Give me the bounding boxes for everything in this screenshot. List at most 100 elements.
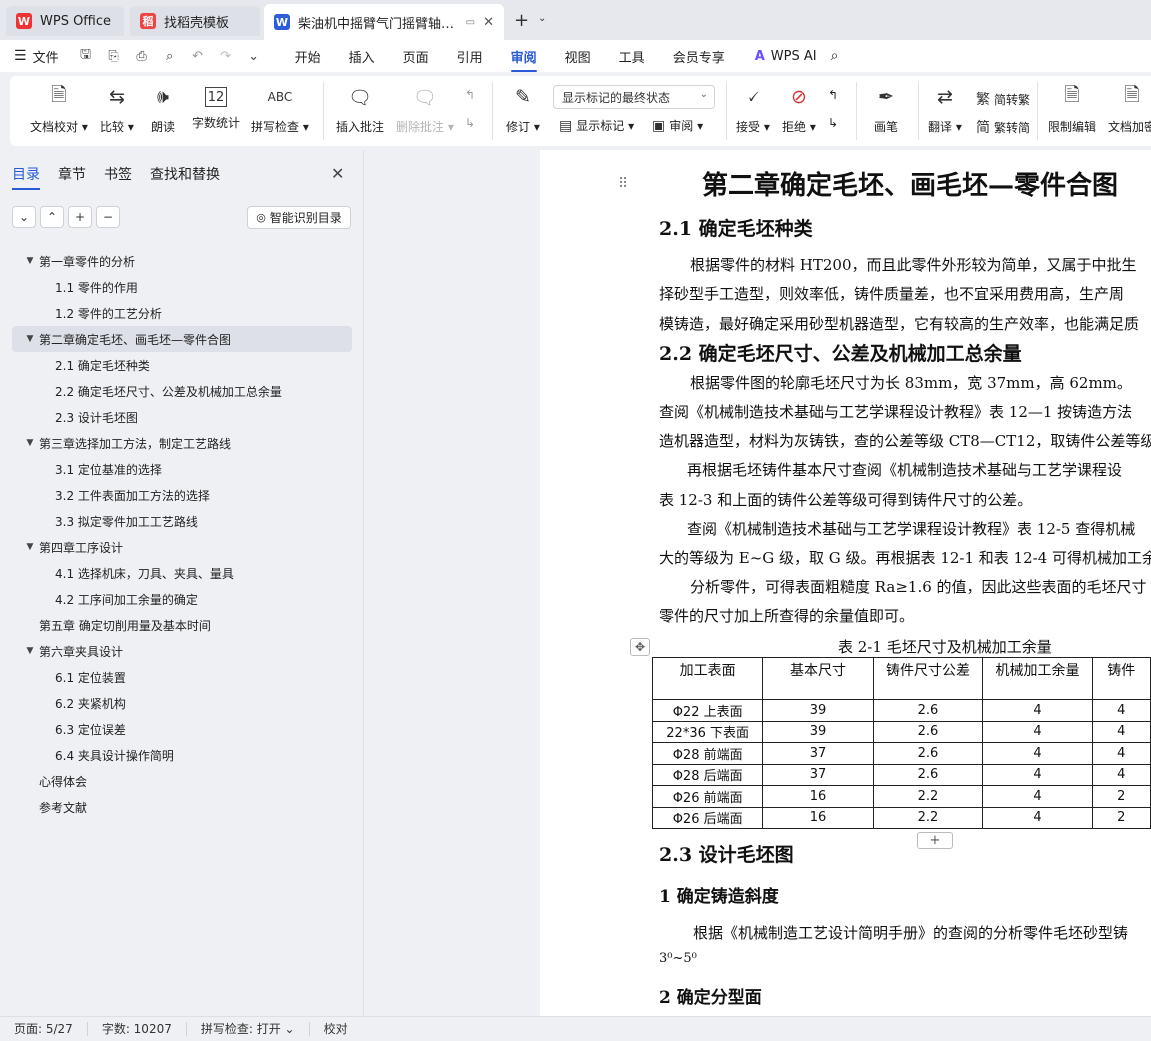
toc-section-item[interactable]: 2.3 设计毛坯图 <box>12 404 352 430</box>
drag-handle-icon[interactable]: ⠿ <box>618 176 628 192</box>
show-markup-icon: ▤ <box>559 117 573 134</box>
pen-label: 画笔 <box>874 120 899 134</box>
toc-chapter-item[interactable]: 参考文献 <box>12 794 352 820</box>
menu-tab-insert[interactable]: 插入 <box>349 41 375 72</box>
pen-button[interactable]: ✒ 画笔 <box>874 84 898 135</box>
toc-chapter-item[interactable]: 第五章 确定切削用量及基本时间 <box>12 612 352 638</box>
tab-list-chevron-icon[interactable]: ⌄ <box>538 13 546 24</box>
toc-chapter-item[interactable]: ▼ 第六章夹具设计 <box>12 638 352 664</box>
table-move-icon[interactable]: ✥ <box>630 638 650 656</box>
track-changes-button[interactable]: ✎ 修订 ▾ <box>506 84 540 135</box>
reject-button[interactable]: ⊘ 拒绝 ▾ <box>782 84 816 135</box>
paragraph: 分析零件，可得表面粗糙度 Ra≥1.6 的值，因此这些表面的毛坯尺寸 <box>690 578 1147 596</box>
add-table-row-plus-icon[interactable]: + <box>917 832 953 849</box>
export-icon[interactable]: ⎘ <box>103 49 125 64</box>
toc-chapter-item[interactable]: ▼ 第二章确定毛坯、画毛坯—零件合图 <box>12 326 352 352</box>
navigation-panel: 目录 章节 书签 查找和替换 ✕ ⌄ ⌃ + − ◎ 智能识别目录 ▼ 第一章零件… <box>0 150 364 1016</box>
save-icon[interactable]: 🖫 <box>75 45 97 67</box>
collapse-triangle-icon[interactable]: ▼ <box>22 438 38 448</box>
nav-tab-toc[interactable]: 目录 <box>12 164 40 190</box>
paragraph: 查阅《机械制造技术基础与工艺学课程设计教程》表 12-5 查得机械 <box>687 520 1136 538</box>
toc-section-item[interactable]: 4.2 工序间加工余量的确定 <box>12 586 352 612</box>
toc-section-item[interactable]: 1.1 零件的作用 <box>12 274 352 300</box>
print-icon[interactable]: ⎙ <box>131 49 153 64</box>
add-heading-plus-icon[interactable]: + <box>68 206 92 228</box>
compare-button[interactable]: ⇆ 比较 ▾ <box>100 84 134 135</box>
more-chevron-icon[interactable]: ⌄ <box>243 49 265 64</box>
prev-comment-icon[interactable]: ↰ <box>465 88 475 102</box>
close-tab-icon[interactable]: ✕ <box>483 15 494 30</box>
menu-tab-tools[interactable]: 工具 <box>619 41 645 72</box>
nav-tab-sections[interactable]: 章节 <box>58 164 86 190</box>
menu-file[interactable]: 文件 <box>33 47 59 66</box>
next-comment-icon[interactable]: ↳ <box>465 116 475 130</box>
toc-section-item[interactable]: 6.3 定位误差 <box>12 716 352 742</box>
hamburger-icon[interactable]: ☰ <box>14 48 27 64</box>
wps-ai-button[interactable]: A WPS AI <box>755 49 817 64</box>
toc-section-item[interactable]: 2.1 确定毛坯种类 <box>12 352 352 378</box>
redo-icon[interactable]: ↷ <box>215 49 237 64</box>
toc-section-item[interactable]: 4.1 选择机床，刀具、夹具、量具 <box>12 560 352 586</box>
to-simplified-button[interactable]: 简繁转简 <box>976 117 1030 137</box>
close-panel-icon[interactable]: ✕ <box>331 164 344 183</box>
menu-tab-page[interactable]: 页面 <box>403 41 429 72</box>
toc-section-item[interactable]: 6.2 夹紧机构 <box>12 690 352 716</box>
nav-tab-bookmarks[interactable]: 书签 <box>104 164 132 190</box>
menu-tab-view[interactable]: 视图 <box>565 41 591 72</box>
encrypt-document-button[interactable]: 🗎 文档加密 <box>1108 84 1151 135</box>
toc-section-item[interactable]: 6.4 夹具设计操作简明 <box>12 742 352 768</box>
remove-heading-minus-icon[interactable]: − <box>96 206 120 228</box>
toc-section-item[interactable]: 3.2 工件表面加工方法的选择 <box>12 482 352 508</box>
toc-chapter-item[interactable]: 心得体会 <box>12 768 352 794</box>
collapse-triangle-icon[interactable]: ▼ <box>22 256 38 266</box>
toc-section-item[interactable]: 3.3 拟定零件加工工艺路线 <box>12 508 352 534</box>
next-change-icon[interactable]: ↳ <box>828 116 838 130</box>
toc-section-item[interactable]: 1.2 零件的工艺分析 <box>12 300 352 326</box>
restrict-editing-button[interactable]: 🗎 限制编辑 <box>1048 84 1096 135</box>
tab-document[interactable]: W 柴油机中摇臂气门摇臂轴支座 ▭ ✕ <box>264 4 504 40</box>
tab-wps-office[interactable]: W WPS Office <box>6 6 124 36</box>
tab-template[interactable]: 稻 找稻壳模板 <box>130 6 260 36</box>
demote-chevron-down-icon[interactable]: ⌄ <box>12 206 36 228</box>
to-traditional-button[interactable]: 繁简转繁 <box>976 89 1030 109</box>
table-cell: 37 <box>762 763 874 786</box>
collapse-triangle-icon[interactable]: ▼ <box>22 646 38 656</box>
undo-icon[interactable]: ↶ <box>187 49 209 64</box>
proofread-button[interactable]: 🗎 文档校对 ▾ <box>30 84 88 135</box>
word-count-button[interactable]: 12 字数统计 <box>192 84 240 131</box>
toc-section-item[interactable]: 2.2 确定毛坯尺寸、公差及机械加工总余量 <box>12 378 352 404</box>
page-indicator[interactable]: 页面: 5/27 <box>0 1022 88 1036</box>
menu-tab-review[interactable]: 审阅 <box>510 41 537 72</box>
spell-check-button[interactable]: ABC 拼写检查 ▾ <box>251 84 309 135</box>
toc-section-item[interactable]: 3.1 定位基准的选择 <box>12 456 352 482</box>
promote-chevron-up-icon[interactable]: ⌃ <box>40 206 64 228</box>
markup-display-select[interactable]: 显示标记的最终状态 ⌄ <box>553 85 715 109</box>
menu-tab-member[interactable]: 会员专享 <box>673 41 725 72</box>
nav-tab-find-replace[interactable]: 查找和替换 <box>150 164 220 190</box>
proofread-status[interactable]: 校对 <box>310 1022 362 1036</box>
show-markup-button[interactable]: ▤ 显示标记 ▾ <box>559 117 634 134</box>
spell-check-status[interactable]: 拼写检查: 打开 ⌄ <box>187 1022 310 1036</box>
collapse-triangle-icon[interactable]: ▼ <box>22 542 38 552</box>
read-aloud-button[interactable]: 🕪 朗读 <box>151 84 175 135</box>
accept-button[interactable]: 🗸 接受 ▾ <box>736 84 770 135</box>
wps-logo-icon: W <box>16 13 32 29</box>
delete-comment-button[interactable]: 🗨 删除批注 ▾ <box>396 84 454 135</box>
review-pane-button[interactable]: ▣ 审阅 ▾ <box>652 117 703 134</box>
word-count-indicator[interactable]: 字数: 10207 <box>88 1022 187 1036</box>
collapse-triangle-icon[interactable]: ▼ <box>22 334 38 344</box>
prev-change-icon[interactable]: ↰ <box>828 88 838 102</box>
search-icon[interactable]: ⌕ <box>831 48 839 64</box>
insert-comment-button[interactable]: 🗨 插入批注 <box>336 84 384 135</box>
window-icon[interactable]: ▭ <box>466 17 475 28</box>
toc-section-item[interactable]: 6.1 定位装置 <box>12 664 352 690</box>
toc-chapter-item[interactable]: ▼ 第四章工序设计 <box>12 534 352 560</box>
toc-chapter-item[interactable]: ▼ 第三章选择加工方法，制定工艺路线 <box>12 430 352 456</box>
menu-tab-references[interactable]: 引用 <box>457 41 483 72</box>
new-tab-plus-icon[interactable]: + <box>514 10 529 31</box>
menu-tab-home[interactable]: 开始 <box>295 41 321 72</box>
translate-button[interactable]: ⇄ 翻译 ▾ <box>928 84 962 135</box>
smart-toc-button[interactable]: ◎ 智能识别目录 <box>247 206 351 229</box>
print-preview-icon[interactable]: ⌕ <box>159 49 181 64</box>
toc-chapter-item[interactable]: ▼ 第一章零件的分析 <box>12 248 352 274</box>
